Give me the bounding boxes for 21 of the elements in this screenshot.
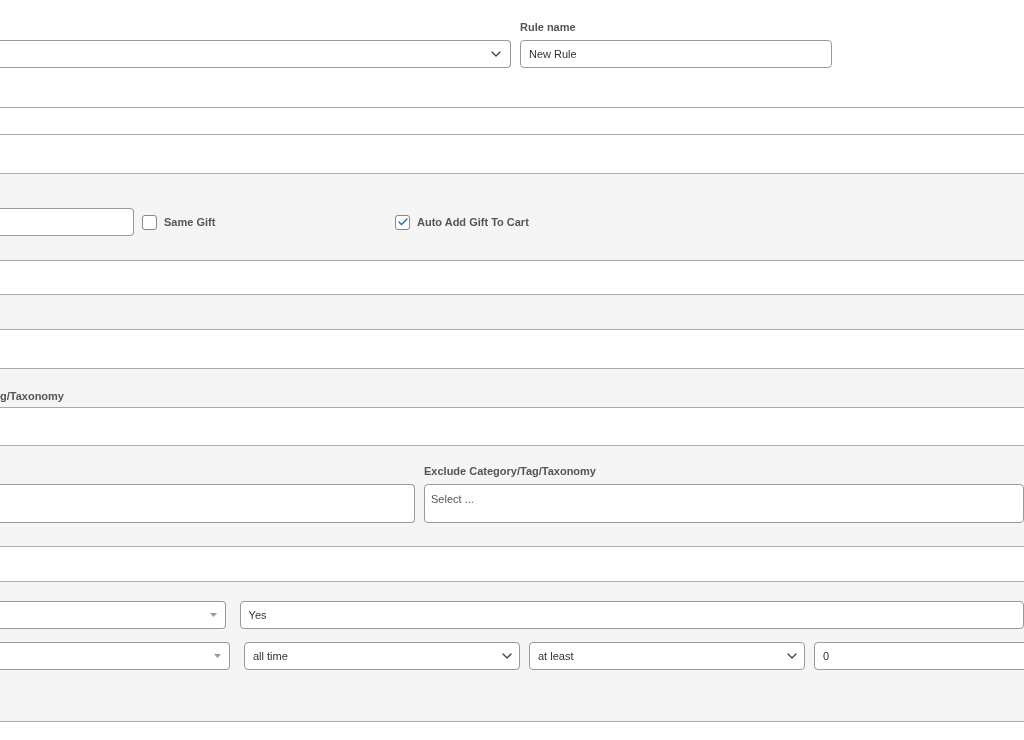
amount-input[interactable]: 0 [814,642,1024,670]
period-select[interactable]: all time [244,642,520,670]
check-icon [396,216,409,228]
checkbox[interactable] [395,214,410,230]
dropdown-triangle-icon [209,613,217,617]
select-field[interactable] [0,642,230,670]
field-label: Rule name [520,20,577,35]
dropdown-triangle-icon [214,654,221,658]
value-field[interactable]: Yes [239,601,1024,629]
checkbox-label[interactable]: Auto Add Gift To Cart [417,213,529,231]
comparison-select[interactable]: at least [529,642,805,670]
checkbox[interactable] [142,214,157,230]
input-field[interactable] [0,208,134,236]
multi-select-field[interactable] [0,484,415,523]
multi-select-field[interactable]: Select ... [424,484,1024,523]
checkbox-label[interactable]: Same Gift [164,213,216,231]
select-field[interactable] [0,40,511,68]
select-field[interactable] [0,601,226,629]
field-label: g/Taxonomy [0,390,64,402]
field-label: Exclude Category/Tag/Taxonomy [424,464,597,479]
rule-name-input[interactable]: New Rule [520,40,832,68]
